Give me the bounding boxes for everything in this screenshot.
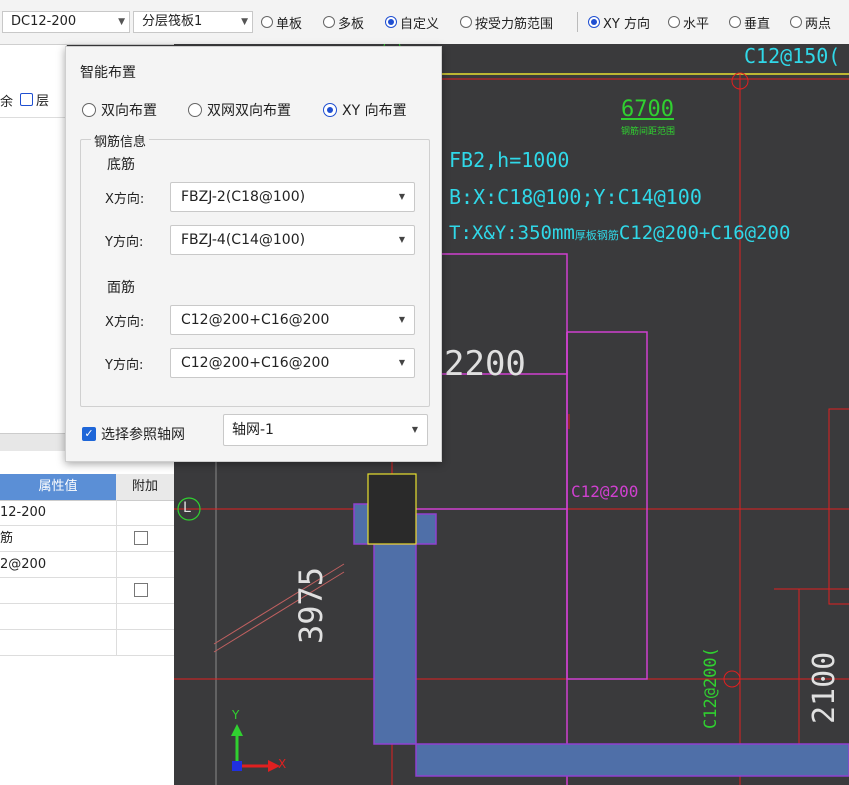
table-row[interactable]: 2@200 <box>0 552 174 578</box>
radio-xy-direction[interactable]: XY 方向 <box>588 13 650 32</box>
top-x-select[interactable]: C12@200+C16@200 ▼ <box>170 305 415 335</box>
property-value-cell: 筋 <box>0 526 117 551</box>
layer-combo[interactable]: 分层筏板1 ▼ <box>133 11 253 33</box>
radio-checked-icon <box>385 16 397 28</box>
label-top-rebar: C12@150( <box>744 44 841 68</box>
top-toolbar: DC12-200 ▼ 分层筏板1 ▼ 单板 多板 自定义 按受力筋范围 XY 方… <box>0 0 849 45</box>
bottom-x-label: X方向: <box>105 192 145 207</box>
table-header-row: 属性值 附加 <box>0 474 174 501</box>
table-row[interactable] <box>0 578 174 604</box>
axis-y-label: Y <box>232 708 240 722</box>
radio-multi-slab[interactable]: 多板 <box>323 13 364 32</box>
radio-single-slab[interactable]: 单板 <box>261 13 302 32</box>
toolbar-separator <box>577 12 578 32</box>
label-6700-sub: 钢筋间距范围 <box>621 127 676 137</box>
foundation-beam <box>353 503 849 777</box>
label-slab-top: T:X&Y:350mm厚板钢筋C12@200+C16@200 <box>449 222 791 244</box>
radio-checked-icon <box>323 103 337 117</box>
label-c12-200: C12@200 <box>571 482 639 501</box>
radio-icon <box>188 103 202 117</box>
chevron-down-icon: ▼ <box>241 17 248 27</box>
checkbox-checked-icon: ✓ <box>82 427 96 441</box>
component-combo-value: DC12-200 <box>11 14 77 29</box>
chevron-down-icon: ▼ <box>398 235 405 244</box>
property-value-cell: 2@200 <box>0 552 117 577</box>
radio-icon <box>729 16 741 28</box>
bottom-rebar-title: 底筋 <box>107 157 135 173</box>
label-dim-3975: 3975 <box>292 566 330 644</box>
bottom-y-select[interactable]: FBZJ-4(C14@100) ▼ <box>170 225 415 255</box>
chevron-down-icon: ▼ <box>411 425 418 434</box>
chevron-down-icon: ▼ <box>398 358 405 367</box>
radio-icon <box>261 16 273 28</box>
axis-origin <box>232 761 242 771</box>
mode-xy[interactable]: XY 向布置 <box>323 100 407 120</box>
rebar-info-group: 钢筋信息 底筋 X方向: FBZJ-2(C18@100) ▼ Y方向: FBZJ-… <box>80 131 430 407</box>
radio-icon <box>668 16 680 28</box>
layer-combo-value: 分层筏板1 <box>142 14 203 29</box>
attach-checkbox[interactable] <box>134 531 148 545</box>
property-value-cell <box>0 578 117 603</box>
table-row[interactable]: 12-200 <box>0 500 174 526</box>
radio-horizontal[interactable]: 水平 <box>668 13 709 32</box>
top-y-label: Y方向: <box>105 358 144 373</box>
radio-icon <box>323 16 335 28</box>
radio-vertical[interactable]: 垂直 <box>729 13 770 32</box>
attach-checkbox[interactable] <box>134 583 148 597</box>
property-value-cell <box>0 630 117 655</box>
copy-layer-icon <box>20 93 33 106</box>
label-slab-name: FB2,h=1000 <box>449 148 570 172</box>
top-y-select[interactable]: C12@200+C16@200 ▼ <box>170 348 415 378</box>
radio-by-rebar-range[interactable]: 按受力筋范围 <box>460 13 553 32</box>
top-rebar-title: 面筋 <box>107 280 135 296</box>
divider <box>0 117 66 118</box>
table-row[interactable]: 筋 <box>0 526 174 552</box>
mode-double-net[interactable]: 双网双向布置 <box>188 100 291 120</box>
property-value-cell <box>0 604 117 629</box>
slab-outline <box>566 331 648 680</box>
label-6700: 6700 <box>621 97 674 122</box>
table-row[interactable] <box>0 604 174 630</box>
axis-ref-checkbox[interactable]: ✓ 选择参照轴网 <box>82 424 185 444</box>
header-property-value: 属性值 <box>0 474 116 500</box>
axis-y-arrowhead <box>231 724 243 736</box>
axis-bubble-label: L <box>183 500 191 516</box>
chevron-down-icon: ▼ <box>398 192 405 201</box>
left-tool-layer[interactable]: 层 <box>20 90 49 109</box>
radio-two-points[interactable]: 两点 <box>790 13 831 32</box>
left-panel-top: 余 层 <box>0 45 67 433</box>
bottom-x-select[interactable]: FBZJ-2(C18@100) ▼ <box>170 182 415 212</box>
partial-outline <box>828 408 849 605</box>
mode-bidirectional[interactable]: 双向布置 <box>82 100 157 120</box>
radio-icon <box>790 16 802 28</box>
header-attach: 附加 <box>131 479 158 494</box>
radio-icon <box>460 16 472 28</box>
property-value-cell: 12-200 <box>0 500 117 525</box>
chevron-down-icon: ▼ <box>118 17 125 27</box>
radio-icon <box>82 103 96 117</box>
smart-layout-dialog: 智能布置 双向布置 双网双向布置 XY 向布置 钢筋信息 底筋 X方向: FBZ… <box>65 46 442 462</box>
top-x-label: X方向: <box>105 315 145 330</box>
bottom-y-label: Y方向: <box>105 235 144 250</box>
chevron-down-icon: ▼ <box>398 315 405 324</box>
component-combo[interactable]: DC12-200 ▼ <box>2 11 130 33</box>
left-tool-delete[interactable]: 余 <box>0 91 13 110</box>
column-block <box>367 473 417 545</box>
label-slab-bottom: B:X:C18@100;Y:C14@100 <box>449 185 702 209</box>
table-row[interactable] <box>0 630 174 656</box>
dialog-title: 智能布置 <box>80 65 136 81</box>
property-table: 属性值 附加 12-200 筋 2@200 <box>0 474 175 785</box>
axis-x-label: X <box>278 757 287 771</box>
radio-custom[interactable]: 自定义 <box>385 13 439 32</box>
axis-select[interactable]: 轴网-1 ▼ <box>223 414 428 446</box>
label-dim-2100: 2100 <box>807 651 842 724</box>
group-title: 钢筋信息 <box>91 131 150 150</box>
label-dim-2200: 2200 <box>444 344 526 384</box>
radio-checked-icon <box>588 16 600 28</box>
label-vertical-rebar: C12@200( <box>701 647 721 729</box>
